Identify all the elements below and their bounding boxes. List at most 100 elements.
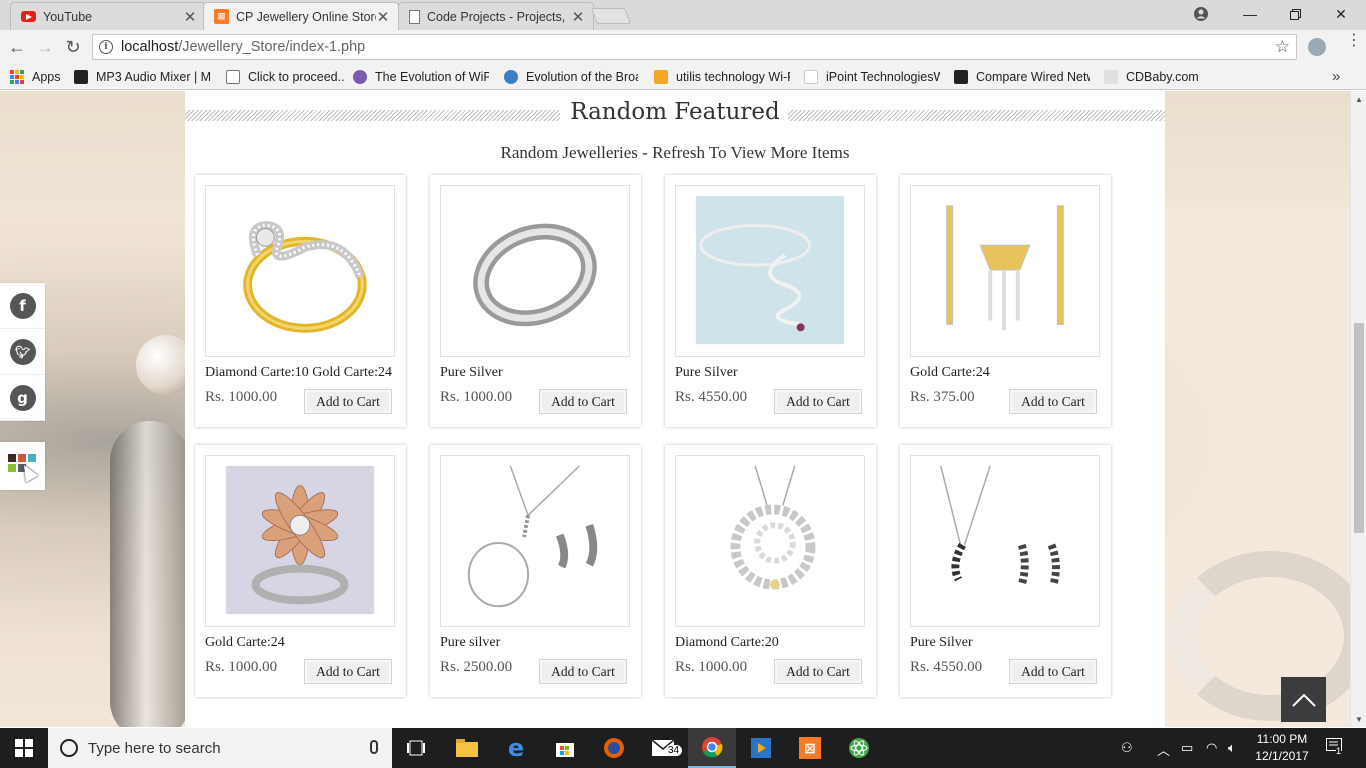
product-price: Rs. 1000.00 (440, 389, 513, 405)
bookmark-mp3-audio-mixer[interactable]: MP3 Audio Mixer | M (74, 68, 210, 86)
chrome-icon[interactable] (688, 728, 736, 768)
product-name: Pure Silver (675, 365, 738, 380)
new-tab-button[interactable] (591, 8, 631, 24)
task-view-icon[interactable] (392, 728, 440, 768)
action-center-icon[interactable]: 1 (1326, 738, 1344, 757)
bookmark-utilis[interactable]: utilis technology Wi-F (654, 68, 790, 86)
add-to-cart-button[interactable]: Add to Cart (539, 389, 627, 414)
restore-button[interactable] (1272, 0, 1318, 28)
bookmark-evolution-wifi[interactable]: The Evolution of WiFi (353, 68, 489, 86)
google-link[interactable]: g (0, 375, 45, 421)
notification-count: 1 (1336, 746, 1342, 756)
close-icon[interactable]: ✕ (376, 8, 390, 26)
product-price: Rs. 1000.00 (205, 659, 278, 675)
info-icon[interactable]: i (99, 40, 113, 54)
add-to-cart-button[interactable]: Add to Cart (539, 659, 627, 684)
bookmark-evolution-broadband[interactable]: Evolution of the Broa (504, 68, 638, 86)
show-hidden-icons[interactable]: ︿ (1157, 740, 1170, 759)
add-to-cart-button[interactable]: Add to Cart (774, 389, 862, 414)
add-to-cart-button[interactable]: Add to Cart (774, 659, 862, 684)
google-icon: g (9, 384, 36, 411)
windows-taskbar: Type here to search e 34 ⊠ ⚇ ︿ ▭ ◠ 🔈︎ 11… (0, 728, 1366, 768)
product-image-silver-band-ring[interactable] (440, 185, 630, 357)
start-button[interactable] (0, 728, 48, 768)
xampp-icon: ⊠ (214, 9, 229, 24)
close-icon[interactable]: ✕ (183, 8, 197, 26)
add-to-cart-button[interactable]: Add to Cart (304, 389, 392, 414)
volume-icon[interactable]: 🔈︎ (1228, 740, 1236, 756)
firefox-icon[interactable] (590, 728, 638, 768)
taskbar-search[interactable]: Type here to search (48, 728, 392, 768)
minimize-button[interactable]: — (1227, 0, 1273, 28)
tab-youtube[interactable]: YouTube ✕ (10, 2, 206, 30)
back-to-top-button[interactable] (1281, 677, 1326, 722)
media-player-icon[interactable] (737, 728, 785, 768)
product-image-silver-snake-bangle[interactable] (675, 185, 865, 357)
twitter-icon: 🐦︎ (9, 338, 36, 365)
edge-icon[interactable]: e (492, 728, 540, 768)
tab-title: CP Jewellery Online Store (236, 9, 376, 24)
search-placeholder: Type here to search (88, 739, 221, 757)
product-name: Pure Silver (910, 635, 973, 650)
xampp-taskbar-icon[interactable]: ⊠ (786, 728, 834, 768)
product-image-gold-diamond-ring[interactable] (205, 185, 395, 357)
scrollbar-thumb[interactable] (1354, 323, 1364, 533)
bookmark-compare-wired[interactable]: Compare Wired Netw (954, 68, 1090, 86)
tab-cp-jewellery[interactable]: ⊠ CP Jewellery Online Store ✕ (203, 2, 399, 30)
wifi-icon[interactable]: ◠ (1206, 740, 1217, 756)
extension-icon[interactable] (1308, 38, 1326, 56)
add-to-cart-button[interactable]: Add to Cart (304, 659, 392, 684)
tab-code-projects[interactable]: Code Projects - Projects, ✕ (398, 2, 594, 30)
vertical-scrollbar[interactable]: ▲ ▼ (1350, 91, 1366, 727)
product-name: Pure silver (440, 635, 501, 650)
clock-time: 11:00 PM (1256, 732, 1308, 746)
address-bar[interactable]: i localhost/Jewellery_Store/index-1.php … (92, 34, 1297, 60)
file-explorer-icon[interactable] (443, 728, 491, 768)
add-to-cart-button[interactable]: Add to Cart (1009, 389, 1097, 414)
people-icon[interactable]: ⚇ (1121, 740, 1133, 756)
scroll-up-icon[interactable]: ▲ (1351, 91, 1366, 107)
product-image-gold-pendant-earring-set[interactable] (910, 185, 1100, 357)
product-image-silver-necklace-bracelet-earrings[interactable] (440, 455, 630, 627)
browser-toolbar: ← → ↻ i localhost/Jewellery_Store/index-… (0, 30, 1366, 64)
battery-icon[interactable]: ▭ (1181, 740, 1193, 756)
twitter-link[interactable]: 🐦︎ (0, 329, 45, 375)
bookmark-click-to-proceed[interactable]: Click to proceed... (226, 68, 344, 86)
forward-icon[interactable]: → (34, 36, 56, 58)
system-clock[interactable]: 11:00 PM 12/1/2017 (1252, 731, 1312, 765)
microphone-icon[interactable] (370, 740, 378, 754)
product-image-flower-cocktail-ring[interactable] (205, 455, 395, 627)
product-card: Gold Carte:24 Rs. 375.00 Add to Cart (900, 175, 1111, 427)
scroll-down-icon[interactable]: ▼ (1351, 711, 1366, 727)
tab-title: YouTube (43, 9, 93, 24)
social-sidebar: f 🐦︎ g (0, 283, 45, 421)
profile-icon[interactable] (1178, 0, 1224, 28)
product-price: Rs. 1000.00 (205, 389, 278, 405)
product-price: Rs. 2500.00 (440, 659, 513, 675)
tab-strip: YouTube ✕ ⊠ CP Jewellery Online Store ✕ … (0, 0, 1366, 30)
facebook-link[interactable]: f (0, 283, 45, 329)
bookmark-ipoint[interactable]: iPoint TechnologiesW (804, 68, 940, 86)
mail-icon[interactable]: 34 (639, 728, 687, 768)
store-icon[interactable] (541, 728, 589, 768)
atom-icon[interactable] (835, 728, 883, 768)
cortana-icon (60, 739, 78, 757)
bookmark-cdbaby[interactable]: CDBaby.com (1104, 68, 1199, 86)
add-to-cart-button[interactable]: Add to Cart (1009, 659, 1097, 684)
product-image-diamond-spiral-pendant[interactable] (675, 455, 865, 627)
reload-icon[interactable]: ↻ (62, 36, 84, 58)
featured-section: Random Featured Random Jewelleries - Ref… (185, 91, 1165, 727)
back-icon[interactable]: ← (6, 36, 28, 58)
wifi-site-icon (353, 70, 367, 84)
close-window-button[interactable]: ✕ (1318, 0, 1364, 28)
more-bookmarks-icon[interactable]: » (1332, 68, 1340, 85)
close-icon[interactable]: ✕ (571, 8, 585, 26)
bookmark-apps[interactable]: Apps (10, 68, 61, 86)
product-card: Pure Silver Rs. 4550.00 Add to Cart (665, 175, 876, 427)
youtube-icon (21, 11, 36, 22)
bookmark-star-icon[interactable]: ☆ (1275, 37, 1290, 57)
menu-icon[interactable]: ⋮ (1346, 33, 1362, 49)
ipoint-icon (804, 70, 818, 84)
product-image-black-diamond-pendant-set[interactable] (910, 455, 1100, 627)
url-host: localhost (121, 39, 179, 55)
